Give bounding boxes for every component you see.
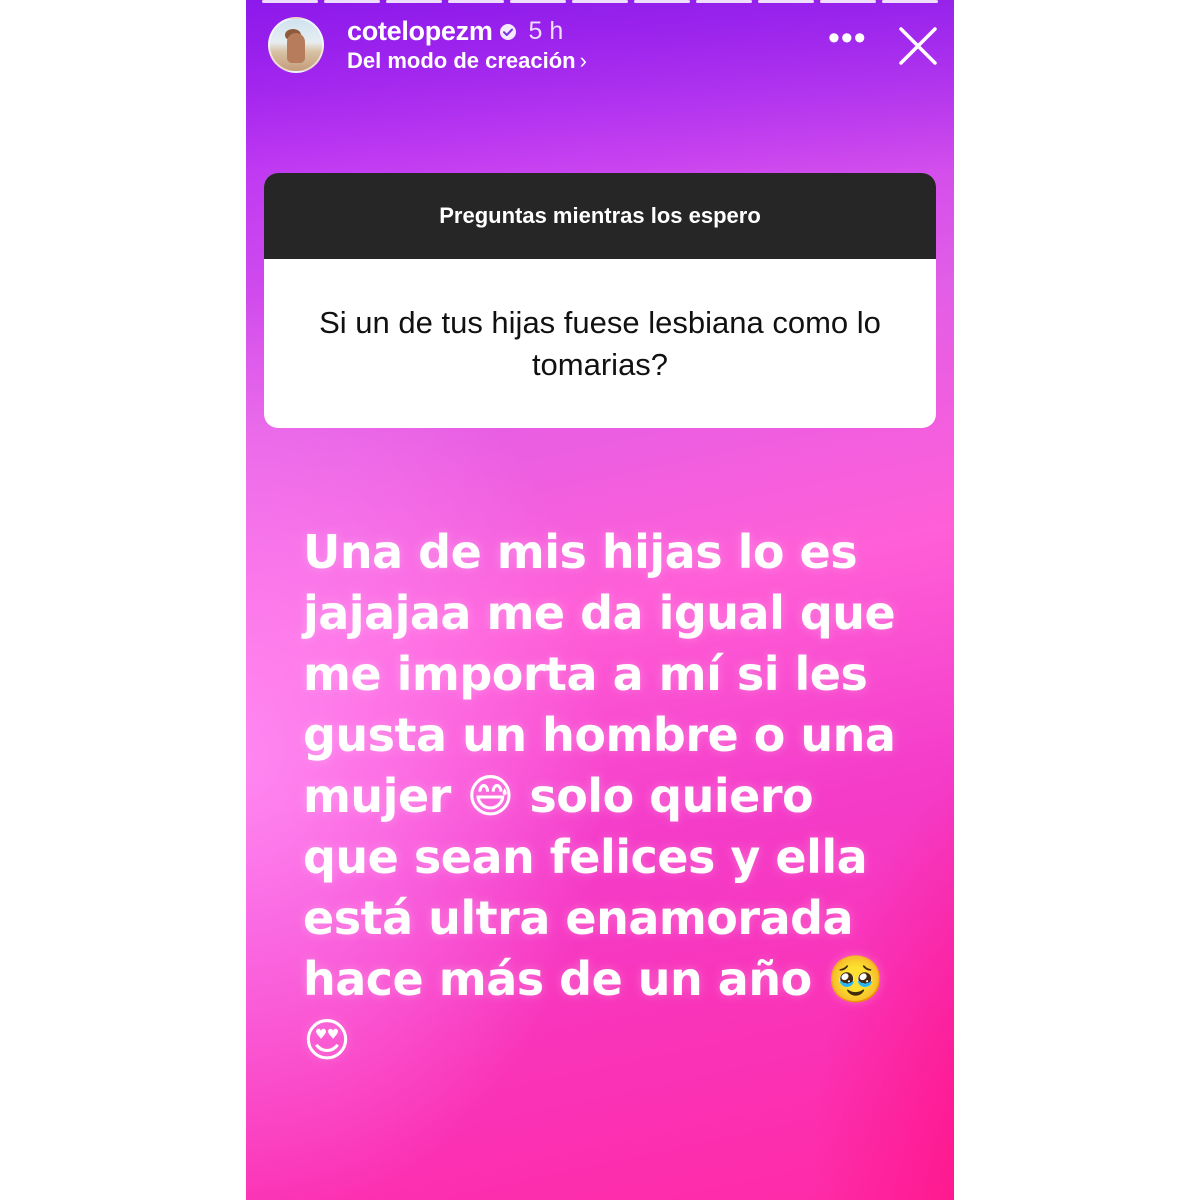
username[interactable]: cotelopezm xyxy=(347,16,493,47)
question-sticker-header: Preguntas mientras los espero xyxy=(264,173,936,259)
chevron-right-icon: › xyxy=(579,48,587,73)
avatar-figure xyxy=(287,33,305,63)
time-ago: 5 h xyxy=(528,17,564,45)
question-text: Si un de tus hijas fuese lesbiana como l… xyxy=(319,304,881,382)
source-link[interactable]: Del modo de creación › xyxy=(347,48,587,74)
avatar[interactable] xyxy=(268,17,324,73)
close-icon[interactable] xyxy=(898,26,938,66)
story-viewer[interactable]: cotelopezm 5 h Del modo de creación › •••… xyxy=(246,0,954,1200)
answer-text: Una de mis hijas lo es jajajaa me da igu… xyxy=(303,525,896,1067)
story-header: cotelopezm 5 h Del modo de creación › ••• xyxy=(246,0,954,90)
verified-badge-icon xyxy=(499,23,517,41)
more-horizontal-icon[interactable]: ••• xyxy=(828,21,866,64)
user-line: cotelopezm 5 h xyxy=(347,16,563,47)
question-sticker[interactable]: Preguntas mientras los espero Si un de t… xyxy=(264,173,936,428)
source-label: Del modo de creación xyxy=(347,48,576,73)
